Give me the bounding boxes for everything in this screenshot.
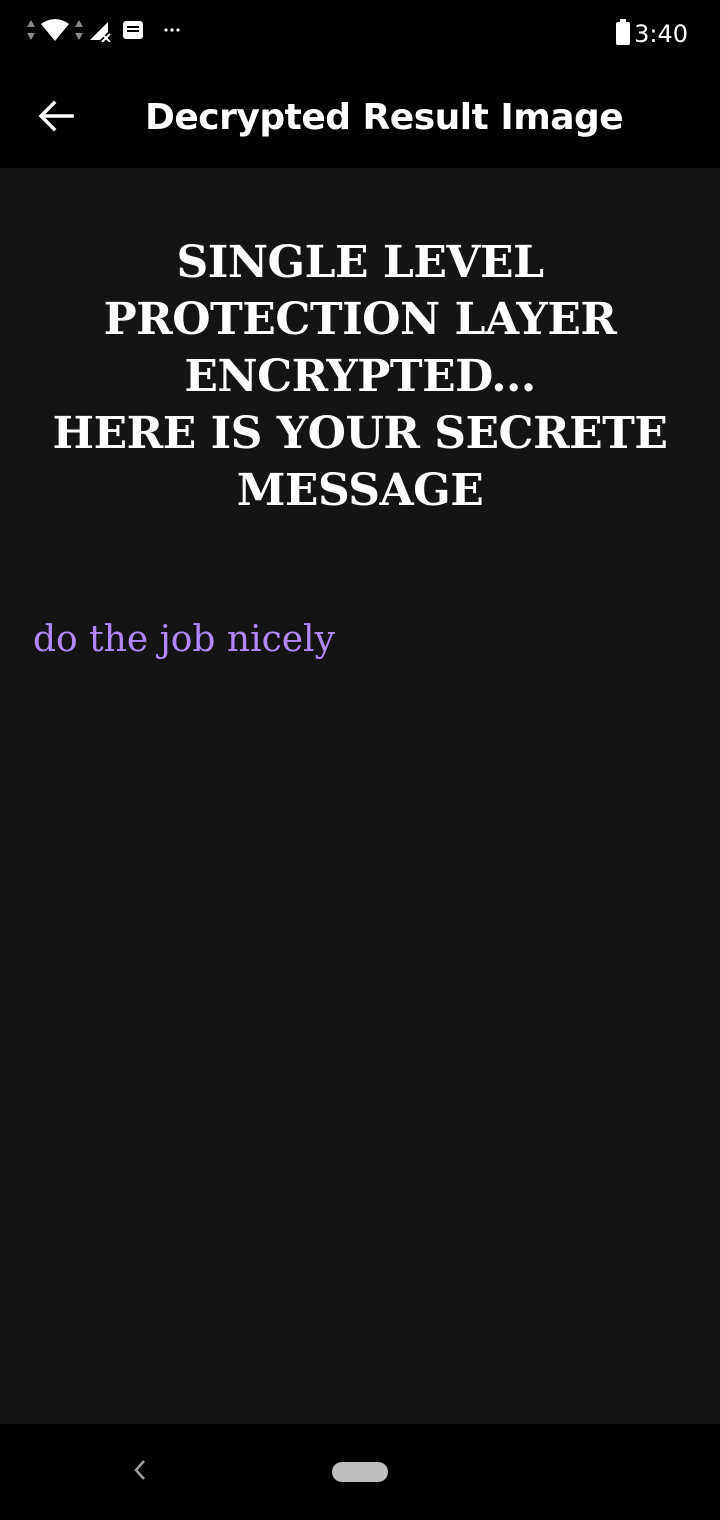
status-bar: 3:40	[0, 0, 720, 68]
arrow-back-icon	[38, 100, 74, 137]
heading-line: PROTECTION LAYER	[103, 294, 617, 345]
back-button[interactable]	[24, 86, 88, 150]
data-arrows-icon	[26, 18, 36, 42]
chevron-left-icon	[132, 1458, 148, 1487]
heading-line: HERE IS YOUR SECRETE	[52, 408, 668, 459]
app-bar: Decrypted Result Image	[0, 68, 720, 168]
signal-no-service-icon	[88, 18, 112, 42]
data-arrows-icon	[74, 18, 84, 42]
heading-line: MESSAGE	[236, 465, 484, 516]
result-heading: SINGLE LEVEL PROTECTION LAYER ENCRYPTED.…	[40, 234, 680, 519]
screen: 3:40 Decrypted Result Image SINGLE LEVEL…	[0, 0, 720, 1520]
more-notifications-icon	[164, 27, 180, 33]
wifi-icon	[40, 18, 70, 42]
home-pill-icon[interactable]	[332, 1462, 388, 1482]
battery-icon	[616, 18, 631, 50]
notification-icon	[122, 19, 144, 41]
heading-line: ENCRYPTED...	[184, 351, 536, 402]
secret-message: do the job nicely	[33, 619, 335, 660]
navigation-bar	[0, 1424, 720, 1520]
status-right: 3:40	[616, 16, 688, 52]
status-time: 3:40	[634, 20, 688, 48]
page-title: Decrypted Result Image	[145, 97, 624, 138]
nav-back-button[interactable]	[120, 1452, 160, 1492]
heading-line: SINGLE LEVEL	[176, 237, 544, 288]
status-icons	[26, 14, 180, 46]
